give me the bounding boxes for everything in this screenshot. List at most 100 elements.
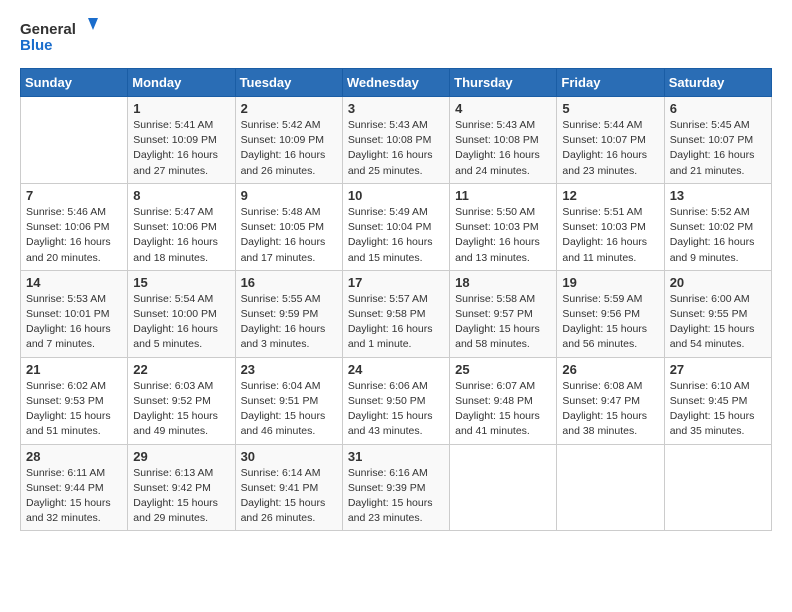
day-number: 24 [348,362,444,377]
day-number: 29 [133,449,229,464]
day-number: 18 [455,275,551,290]
day-info: Sunrise: 6:00 AM Sunset: 9:55 PM Dayligh… [670,292,766,353]
calendar-day-cell: 19 Sunrise: 5:59 AM Sunset: 9:56 PM Dayli… [557,270,664,357]
day-number: 28 [26,449,122,464]
logo: GeneralBlue [20,16,100,56]
calendar-day-cell: 4Sunrise: 5:43 AM Sunset: 10:08 PM Dayli… [450,97,557,184]
day-info: Sunrise: 5:51 AM Sunset: 10:03 PM Daylig… [562,205,658,266]
calendar-day-cell: 6 Sunrise: 5:45 AM Sunset: 10:07 PM Dayli… [664,97,771,184]
calendar-table: SundayMondayTuesdayWednesdayThursdayFrid… [20,68,772,531]
calendar-day-cell: 16 Sunrise: 5:55 AM Sunset: 9:59 PM Dayli… [235,270,342,357]
day-number: 17 [348,275,444,290]
day-number: 10 [348,188,444,203]
calendar-day-cell: 5Sunrise: 5:44 AM Sunset: 10:07 PM Dayli… [557,97,664,184]
calendar-day-cell: 9Sunrise: 5:48 AM Sunset: 10:05 PM Dayli… [235,183,342,270]
calendar-day-cell: 11Sunrise: 5:50 AM Sunset: 10:03 PM Dayl… [450,183,557,270]
day-info: Sunrise: 6:04 AM Sunset: 9:51 PM Dayligh… [241,379,337,440]
day-number: 13 [670,188,766,203]
calendar-day-cell [450,444,557,531]
calendar-day-cell: 10 Sunrise: 5:49 AM Sunset: 10:04 PM Dayl… [342,183,449,270]
day-number: 12 [562,188,658,203]
calendar-day-cell: 17 Sunrise: 5:57 AM Sunset: 9:58 PM Dayli… [342,270,449,357]
calendar-week-row: 14 Sunrise: 5:53 AM Sunset: 10:01 PM Dayl… [21,270,772,357]
day-number: 25 [455,362,551,377]
calendar-day-cell [664,444,771,531]
day-number: 26 [562,362,658,377]
day-of-week-header: Tuesday [235,69,342,97]
day-number: 30 [241,449,337,464]
day-info: Sunrise: 5:42 AM Sunset: 10:09 PM Daylig… [241,118,337,179]
day-info: Sunrise: 5:58 AM Sunset: 9:57 PM Dayligh… [455,292,551,353]
day-number: 6 [670,101,766,116]
day-info: Sunrise: 6:14 AM Sunset: 9:41 PM Dayligh… [241,466,337,527]
calendar-week-row: 1 Sunrise: 5:41 AM Sunset: 10:09 PM Dayli… [21,97,772,184]
logo-icon: GeneralBlue [20,16,100,56]
day-number: 15 [133,275,229,290]
calendar-day-cell: 22 Sunrise: 6:03 AM Sunset: 9:52 PM Dayli… [128,357,235,444]
day-number: 27 [670,362,766,377]
calendar-day-cell: 14 Sunrise: 5:53 AM Sunset: 10:01 PM Dayl… [21,270,128,357]
day-info: Sunrise: 5:43 AM Sunset: 10:08 PM Daylig… [348,118,444,179]
calendar-day-cell: 25Sunrise: 6:07 AM Sunset: 9:48 PM Dayli… [450,357,557,444]
day-info: Sunrise: 5:57 AM Sunset: 9:58 PM Dayligh… [348,292,444,353]
day-info: Sunrise: 6:02 AM Sunset: 9:53 PM Dayligh… [26,379,122,440]
calendar-day-cell: 30 Sunrise: 6:14 AM Sunset: 9:41 PM Dayli… [235,444,342,531]
day-info: Sunrise: 6:06 AM Sunset: 9:50 PM Dayligh… [348,379,444,440]
calendar-day-cell: 29 Sunrise: 6:13 AM Sunset: 9:42 PM Dayli… [128,444,235,531]
day-number: 16 [241,275,337,290]
day-number: 9 [241,188,337,203]
calendar-day-cell: 8Sunrise: 5:47 AM Sunset: 10:06 PM Dayli… [128,183,235,270]
day-info: Sunrise: 6:08 AM Sunset: 9:47 PM Dayligh… [562,379,658,440]
day-info: Sunrise: 5:53 AM Sunset: 10:01 PM Daylig… [26,292,122,353]
day-number: 3 [348,101,444,116]
day-number: 22 [133,362,229,377]
day-number: 2 [241,101,337,116]
day-number: 19 [562,275,658,290]
day-info: Sunrise: 5:49 AM Sunset: 10:04 PM Daylig… [348,205,444,266]
day-info: Sunrise: 5:59 AM Sunset: 9:56 PM Dayligh… [562,292,658,353]
day-info: Sunrise: 5:46 AM Sunset: 10:06 PM Daylig… [26,205,122,266]
calendar-day-cell: 3 Sunrise: 5:43 AM Sunset: 10:08 PM Dayli… [342,97,449,184]
calendar-day-cell: 15 Sunrise: 5:54 AM Sunset: 10:00 PM Dayl… [128,270,235,357]
day-info: Sunrise: 6:10 AM Sunset: 9:45 PM Dayligh… [670,379,766,440]
day-info: Sunrise: 6:13 AM Sunset: 9:42 PM Dayligh… [133,466,229,527]
calendar-day-cell: 21Sunrise: 6:02 AM Sunset: 9:53 PM Dayli… [21,357,128,444]
page: GeneralBlue SundayMondayTuesdayWednesday… [0,0,792,547]
day-of-week-header: Saturday [664,69,771,97]
day-info: Sunrise: 5:44 AM Sunset: 10:07 PM Daylig… [562,118,658,179]
calendar-day-cell [21,97,128,184]
calendar-day-cell: 7Sunrise: 5:46 AM Sunset: 10:06 PM Dayli… [21,183,128,270]
day-number: 23 [241,362,337,377]
calendar-week-row: 28Sunrise: 6:11 AM Sunset: 9:44 PM Dayli… [21,444,772,531]
calendar-day-cell: 20 Sunrise: 6:00 AM Sunset: 9:55 PM Dayli… [664,270,771,357]
day-number: 1 [133,101,229,116]
day-of-week-header: Sunday [21,69,128,97]
calendar-day-cell: 31 Sunrise: 6:16 AM Sunset: 9:39 PM Dayli… [342,444,449,531]
day-number: 8 [133,188,229,203]
day-info: Sunrise: 5:41 AM Sunset: 10:09 PM Daylig… [133,118,229,179]
day-info: Sunrise: 6:03 AM Sunset: 9:52 PM Dayligh… [133,379,229,440]
calendar-day-cell: 23 Sunrise: 6:04 AM Sunset: 9:51 PM Dayli… [235,357,342,444]
day-number: 31 [348,449,444,464]
calendar-day-cell: 13 Sunrise: 5:52 AM Sunset: 10:02 PM Dayl… [664,183,771,270]
day-number: 20 [670,275,766,290]
day-of-week-header: Wednesday [342,69,449,97]
header: GeneralBlue [20,16,772,56]
calendar-week-row: 7Sunrise: 5:46 AM Sunset: 10:06 PM Dayli… [21,183,772,270]
day-info: Sunrise: 5:45 AM Sunset: 10:07 PM Daylig… [670,118,766,179]
day-of-week-header: Friday [557,69,664,97]
day-info: Sunrise: 6:16 AM Sunset: 9:39 PM Dayligh… [348,466,444,527]
day-info: Sunrise: 5:55 AM Sunset: 9:59 PM Dayligh… [241,292,337,353]
day-number: 14 [26,275,122,290]
day-info: Sunrise: 5:54 AM Sunset: 10:00 PM Daylig… [133,292,229,353]
calendar-day-cell: 27 Sunrise: 6:10 AM Sunset: 9:45 PM Dayli… [664,357,771,444]
calendar-day-cell: 12 Sunrise: 5:51 AM Sunset: 10:03 PM Dayl… [557,183,664,270]
day-number: 4 [455,101,551,116]
calendar-day-cell: 26 Sunrise: 6:08 AM Sunset: 9:47 PM Dayli… [557,357,664,444]
day-of-week-header: Monday [128,69,235,97]
svg-text:Blue: Blue [20,37,53,54]
day-info: Sunrise: 5:52 AM Sunset: 10:02 PM Daylig… [670,205,766,266]
calendar-day-cell: 28Sunrise: 6:11 AM Sunset: 9:44 PM Dayli… [21,444,128,531]
calendar-day-cell: 24 Sunrise: 6:06 AM Sunset: 9:50 PM Dayli… [342,357,449,444]
calendar-day-cell: 18 Sunrise: 5:58 AM Sunset: 9:57 PM Dayli… [450,270,557,357]
